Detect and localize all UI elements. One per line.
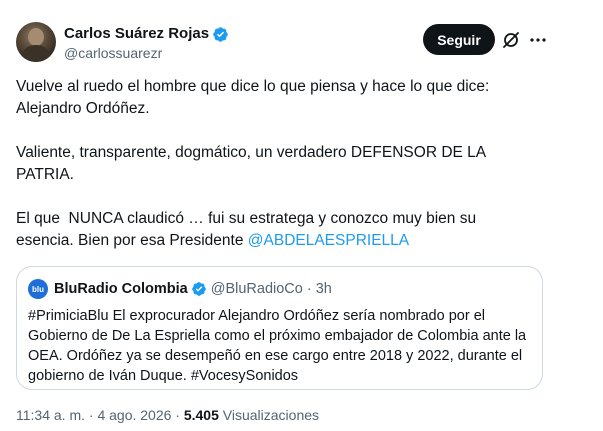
verified-badge-icon	[213, 26, 228, 42]
tweet-paragraph-2: Valiente, transparente, dogmático, un ve…	[16, 144, 487, 183]
quoted-tweet-text: #PrimiciaBlu El exprocurador Alejandro O…	[28, 308, 527, 384]
views-count: 5.405	[183, 407, 219, 423]
views-label: Visualizaciones	[218, 407, 320, 423]
quoted-verified-badge-icon	[191, 282, 206, 296]
author-avatar[interactable]	[16, 22, 56, 62]
quoted-time[interactable]: 3h	[316, 280, 332, 298]
author-handle[interactable]: @carlossuarezr	[64, 45, 162, 62]
mention-link[interactable]: @ABDELAESPRIELLA	[248, 232, 409, 249]
grok-icon[interactable]	[501, 30, 521, 50]
author-name-row: Carlos Suárez Rojas	[64, 25, 229, 43]
author-display-name[interactable]: Carlos Suárez Rojas	[64, 25, 209, 43]
tweet-meta: 11:34 a. m. · 4 ago. 2026 · 5.405 Visual…	[16, 407, 319, 424]
tweet-paragraph-3: El que NUNCA claudicó … fui su estratega…	[16, 208, 571, 252]
tweet-timestamp[interactable]: 11:34 a. m. · 4 ago. 2026 ·	[16, 407, 184, 423]
tweet-paragraph-1: Vuelve al ruedo el hombre que dice lo qu…	[16, 78, 490, 117]
quoted-author-avatar[interactable]: blu	[28, 279, 48, 299]
more-options-icon[interactable]	[528, 30, 548, 50]
quoted-author-handle[interactable]: @BluRadioCo	[211, 280, 303, 298]
quoted-tweet-header: BluRadio Colombia @BluRadioCo · 3h	[54, 280, 332, 298]
tweet-text: Vuelve al ruedo el hombre que dice lo qu…	[16, 76, 571, 252]
quoted-separator: ·	[306, 281, 312, 297]
follow-button[interactable]: Seguir	[423, 24, 495, 55]
quoted-author-name[interactable]: BluRadio Colombia	[54, 280, 188, 298]
quoted-tweet-card[interactable]: blu BluRadio Colombia @BluRadioCo · 3h #…	[16, 266, 543, 390]
